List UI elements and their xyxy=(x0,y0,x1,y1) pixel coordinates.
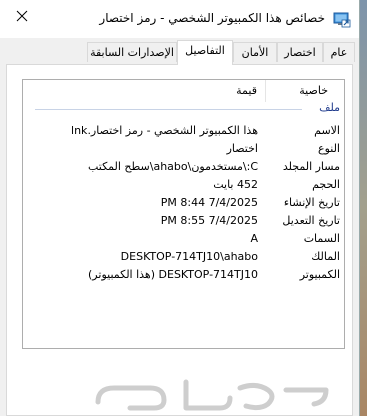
list-item[interactable]: المالك DESKTOP-714TJ10\ahabo xyxy=(23,248,344,266)
tab-shortcut[interactable]: اختصار xyxy=(277,42,323,62)
column-header-value[interactable]: قيمة xyxy=(236,80,257,102)
list-item[interactable]: الكمبيوتر DESKTOP-714TJ10 (هذا الكمبيوتر… xyxy=(23,266,344,284)
tab-details[interactable]: التفاصيل xyxy=(177,40,233,65)
property-name: الاسم xyxy=(314,124,340,137)
property-value: 7/4/2025 8:44 PM xyxy=(160,196,258,209)
list-item[interactable]: مسار المجلد C:\مستخدمون\ahabo\سطح المكتب xyxy=(23,158,344,176)
list-item[interactable]: تاريخ الإنشاء 7/4/2025 8:44 PM xyxy=(23,194,344,212)
group-divider xyxy=(35,109,302,110)
tab-general[interactable]: عام xyxy=(323,42,355,62)
details-list[interactable]: خاصية قيمة ملف الاسم هذا الكمبيوتر الشخص… xyxy=(22,79,345,349)
property-name: الحجم xyxy=(312,178,340,191)
property-name: تاريخ التعديل xyxy=(282,214,340,227)
property-value: C:\مستخدمون\ahabo\سطح المكتب xyxy=(87,160,258,173)
title-bar: خصائص هذا الكمبيوتر الشخصي - رمز اختصار xyxy=(0,0,359,38)
window-title: خصائص هذا الكمبيوتر الشخصي - رمز اختصار xyxy=(99,11,325,25)
property-value: DESKTOP-714TJ10\ahabo xyxy=(120,250,258,263)
desktop-background xyxy=(359,0,367,416)
property-name: النوع xyxy=(318,142,340,155)
tab-strip: عام اختصار الأمان التفاصيل الإصدارات الس… xyxy=(0,40,359,65)
property-value: 452 بايت xyxy=(213,178,258,191)
list-item[interactable]: النوع اختصار xyxy=(23,140,344,158)
close-icon xyxy=(16,10,28,22)
property-value: اختصار xyxy=(226,142,258,155)
property-value: 7/4/2025 8:55 PM xyxy=(160,214,258,227)
list-item[interactable]: الحجم 452 بايت xyxy=(23,176,344,194)
close-button[interactable] xyxy=(0,0,44,32)
column-separator[interactable] xyxy=(265,80,266,102)
list-item[interactable]: تاريخ التعديل 7/4/2025 8:55 PM xyxy=(23,212,344,230)
list-item[interactable]: السمات A xyxy=(23,230,344,248)
property-value: هذا الكمبيوتر الشخصي - رمز اختصار.lnk xyxy=(71,124,258,137)
property-name: مسار المجلد xyxy=(282,160,340,173)
property-name: السمات xyxy=(303,232,340,245)
shortcut-icon xyxy=(333,10,351,28)
list-item[interactable]: الاسم هذا الكمبيوتر الشخصي - رمز اختصار.… xyxy=(23,122,344,140)
properties-window: خصائص هذا الكمبيوتر الشخصي - رمز اختصار … xyxy=(0,0,360,416)
property-value: A xyxy=(250,232,258,245)
haraj-watermark-logo xyxy=(95,379,329,411)
property-name: المالك xyxy=(311,250,340,263)
group-label-file: ملف xyxy=(319,101,340,114)
property-name: تاريخ الإنشاء xyxy=(283,196,340,209)
tab-security[interactable]: الأمان xyxy=(233,42,277,62)
property-value: DESKTOP-714TJ10 (هذا الكمبيوتر) xyxy=(88,268,258,281)
property-name: الكمبيوتر xyxy=(299,268,340,281)
tab-previous-versions[interactable]: الإصدارات السابقة xyxy=(87,42,177,62)
column-header-property[interactable]: خاصية xyxy=(299,80,328,102)
